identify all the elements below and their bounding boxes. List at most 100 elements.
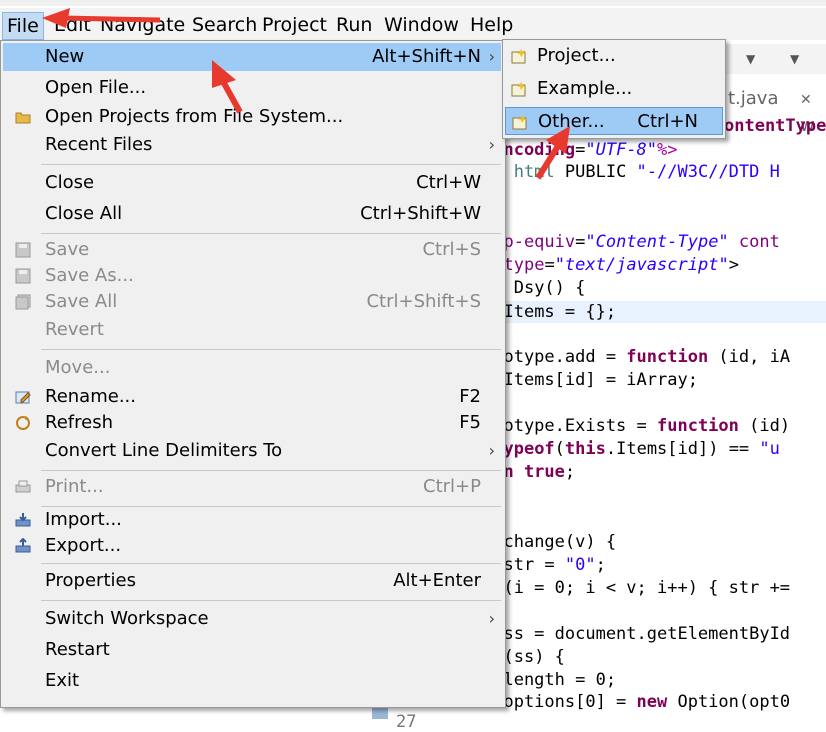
menu-item-label: Exit bbox=[45, 670, 80, 691]
code-line: s.Items[id] = iArray; bbox=[483, 370, 698, 390]
submenu-item-label: Project... bbox=[537, 45, 616, 66]
editor-tab-java[interactable]: t.java bbox=[728, 86, 779, 112]
menu-item-label: Open Projects from File System... bbox=[45, 106, 344, 127]
menu-separator bbox=[41, 470, 501, 471]
title-bar bbox=[0, 0, 826, 6]
code-line: ototype.add = function (id, iA bbox=[483, 347, 791, 367]
menu-item-shortcut: Ctrl+Shift+S bbox=[366, 291, 481, 312]
menu-item-label: Import... bbox=[45, 509, 122, 530]
menu-item-label: Switch Workspace bbox=[45, 608, 209, 629]
submenu-arrow-icon: › bbox=[488, 47, 495, 66]
menu-separator bbox=[41, 233, 501, 234]
code-line: eEncoding="UTF-8"%> bbox=[483, 140, 678, 160]
menu-item-label: Refresh bbox=[45, 412, 113, 433]
new-project-icon bbox=[511, 48, 527, 64]
refresh-icon bbox=[15, 415, 31, 431]
menu-item-label: New bbox=[45, 46, 85, 67]
menu-item-label: Rename... bbox=[45, 386, 136, 407]
menu-separator bbox=[41, 563, 501, 564]
menu-item-label: Save All bbox=[45, 291, 118, 312]
code-line: ontentType bbox=[724, 116, 826, 136]
code-line: (typeof(this.Items[id]) == "u bbox=[483, 439, 780, 459]
code-line: type="text/javascript"> bbox=[503, 255, 739, 275]
menu-item-label: Close All bbox=[45, 203, 123, 224]
menu-item-save-all[interactable]: Save All Ctrl+Shift+S bbox=[3, 288, 501, 316]
menu-item-move[interactable]: Move... bbox=[3, 354, 501, 382]
menu-item-label: Save bbox=[45, 239, 90, 260]
menu-item-recent-files[interactable]: Recent Files › bbox=[3, 131, 501, 159]
submenu-item-label: Example... bbox=[537, 78, 633, 99]
menu-search[interactable]: Search bbox=[188, 12, 261, 38]
submenu-item-shortcut: Ctrl+N bbox=[637, 111, 698, 132]
menu-item-revert[interactable]: Revert bbox=[3, 316, 501, 344]
code-line: (i = 0; i < v; i++) { str += bbox=[483, 578, 791, 598]
rename-icon bbox=[15, 389, 31, 405]
menu-item-save-as[interactable]: Save As... bbox=[3, 262, 501, 290]
menu-item-refresh[interactable]: Refresh F5 bbox=[3, 409, 501, 437]
menu-item-rename[interactable]: Rename... F2 bbox=[3, 383, 501, 411]
line-number: 27 bbox=[396, 712, 417, 732]
menu-item-export[interactable]: Export... bbox=[3, 532, 501, 560]
menu-item-label: Move... bbox=[45, 357, 111, 378]
menu-item-shortcut: Ctrl+P bbox=[423, 476, 481, 497]
menu-item-restart[interactable]: Restart bbox=[3, 636, 501, 664]
new-example-icon bbox=[511, 81, 527, 97]
menu-item-shortcut: Alt+Shift+N bbox=[372, 46, 481, 67]
save-as-icon bbox=[15, 268, 31, 284]
menu-item-label: Revert bbox=[45, 319, 104, 340]
menu-item-label: Recent Files bbox=[45, 134, 153, 155]
menu-item-shortcut: F5 bbox=[459, 412, 481, 433]
submenu-arrow-icon: › bbox=[488, 609, 495, 628]
menu-separator bbox=[41, 600, 501, 601]
menu-item-close-all[interactable]: Close All Ctrl+Shift+W bbox=[3, 200, 501, 228]
new-wizard-icon bbox=[512, 114, 528, 130]
menu-item-switch-workspace[interactable]: Switch Workspace › bbox=[3, 605, 501, 633]
menu-item-properties[interactable]: Properties Alt+Enter bbox=[3, 567, 501, 595]
menu-item-import[interactable]: Import... bbox=[3, 506, 501, 534]
menu-item-convert-line-delimiters[interactable]: Convert Line Delimiters To › bbox=[3, 437, 501, 465]
menu-item-close[interactable]: Close Ctrl+W bbox=[3, 169, 501, 197]
code-line: options[0] = new Option(opt0 bbox=[483, 692, 791, 712]
menu-file[interactable]: File bbox=[2, 12, 44, 40]
menu-item-label: Restart bbox=[45, 639, 110, 660]
menu-project[interactable]: Project bbox=[258, 12, 331, 38]
menu-item-shortcut: Ctrl+Shift+W bbox=[360, 203, 481, 224]
code-line: ss = document.getElementById bbox=[483, 624, 791, 644]
chevron-down-icon[interactable]: ▼ bbox=[746, 52, 755, 66]
menu-item-label: Open File... bbox=[45, 77, 147, 98]
new-submenu: Project... Example... Other... Ctrl+N bbox=[502, 39, 726, 139]
menu-edit[interactable]: Edit bbox=[50, 12, 95, 38]
menu-bar: File Edit Navigate Search Project Run Wi… bbox=[0, 8, 826, 41]
code-line: ttp-equiv="Content-Type" cont bbox=[483, 232, 780, 252]
submenu-item-example[interactable]: Example... bbox=[505, 75, 723, 103]
menu-item-open-projects[interactable]: Open Projects from File System... bbox=[3, 103, 501, 131]
menu-item-label: Properties bbox=[45, 570, 136, 591]
menu-item-shortcut: F2 bbox=[459, 386, 481, 407]
menu-separator bbox=[41, 349, 501, 350]
file-menu: New Alt+Shift+N › Open File... Open Proj… bbox=[0, 40, 506, 708]
submenu-item-other[interactable]: Other... Ctrl+N bbox=[505, 107, 723, 135]
menu-navigate[interactable]: Navigate bbox=[96, 12, 189, 38]
menu-item-label: Convert Line Delimiters To bbox=[45, 440, 283, 461]
menu-item-shortcut: Alt+Enter bbox=[393, 570, 481, 591]
export-icon bbox=[15, 537, 31, 554]
chevron-down-icon[interactable]: ▼ bbox=[790, 52, 799, 66]
menu-run[interactable]: Run bbox=[332, 12, 376, 38]
editor-tab-other[interactable]: ✕ w bbox=[800, 86, 826, 136]
menu-item-label: Export... bbox=[45, 535, 122, 556]
folder-icon bbox=[15, 109, 31, 125]
submenu-arrow-icon: › bbox=[488, 135, 495, 154]
menu-item-shortcut: Ctrl+W bbox=[416, 172, 481, 193]
menu-help[interactable]: Help bbox=[466, 12, 517, 38]
menu-item-save[interactable]: Save Ctrl+S bbox=[3, 236, 501, 264]
code-line: PE html PUBLIC "-//W3C//DTD H bbox=[483, 162, 780, 182]
submenu-item-project[interactable]: Project... bbox=[505, 42, 723, 70]
menu-item-exit[interactable]: Exit bbox=[3, 667, 501, 695]
menu-window[interactable]: Window bbox=[380, 12, 463, 38]
close-icon[interactable]: ✕ bbox=[800, 92, 812, 108]
menu-item-new[interactable]: New Alt+Shift+N › bbox=[3, 43, 501, 71]
submenu-item-label: Other... bbox=[538, 111, 605, 132]
submenu-arrow-icon: › bbox=[488, 441, 495, 460]
menu-item-open-file[interactable]: Open File... bbox=[3, 74, 501, 102]
menu-item-print[interactable]: Print... Ctrl+P bbox=[3, 473, 501, 501]
